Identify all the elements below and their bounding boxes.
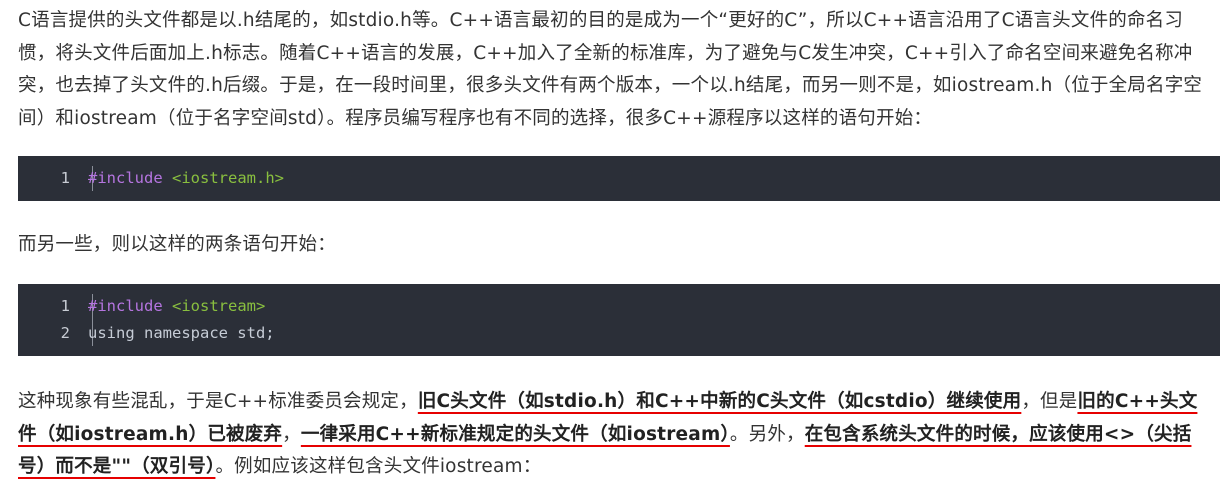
line-number: 2 (60, 324, 70, 342)
code-keyword: #include (88, 297, 163, 315)
plain-text: ，但是 (1021, 391, 1078, 412)
article-content: C语言提供的头文件都是以.h结尾的，如stdio.h等。C++语言最初的目的是成… (0, 0, 1226, 496)
code-text: #include <iostream.h> (88, 165, 284, 192)
intro-paragraph: C语言提供的头文件都是以.h结尾的，如stdio.h等。C++语言最初的目的是成… (18, 10, 1203, 129)
code-line: 1 #include <iostream.h> (18, 165, 1220, 192)
plain-text: 。另外， (729, 423, 805, 445)
code-text: #include <iostream> (88, 293, 265, 320)
code-line: 2 using namespace std; (18, 320, 1220, 347)
code-header-name: <iostream> (172, 297, 266, 315)
plain-text: ， (282, 423, 301, 445)
code-header-name: <iostream.h> (172, 169, 284, 187)
line-number: 1 (60, 169, 70, 187)
code-keyword: #include (88, 169, 163, 187)
underlined-highlight: 一律采用C++新标准规定的头文件（如iostream） (300, 423, 730, 445)
underlined-highlight: 旧C头文件（如stdio.h）和C++中新的C头文件（如cstdio）继续使用 (417, 391, 1022, 412)
code-block-1: 1 #include <iostream.h> (18, 156, 1220, 201)
code-line: 1 #include <iostream> (18, 293, 1220, 320)
conclusion-paragraph: 这种现象有些混乱，于是C++标准委员会规定，旧C头文件（如stdio.h）和C+… (18, 386, 1214, 484)
code-text: using namespace std; (88, 324, 275, 342)
plain-text: 。例如应该这样包含头文件iostream： (215, 456, 542, 477)
code-block-2: 1 #include <iostream> 2 using namespace … (18, 284, 1220, 356)
line-number: 1 (60, 297, 70, 315)
middle-paragraph: 而另一些，则以这样的两条语句开始： (18, 234, 336, 255)
plain-text: 这种现象有些混乱，于是C++标准委员会规定， (18, 391, 418, 412)
